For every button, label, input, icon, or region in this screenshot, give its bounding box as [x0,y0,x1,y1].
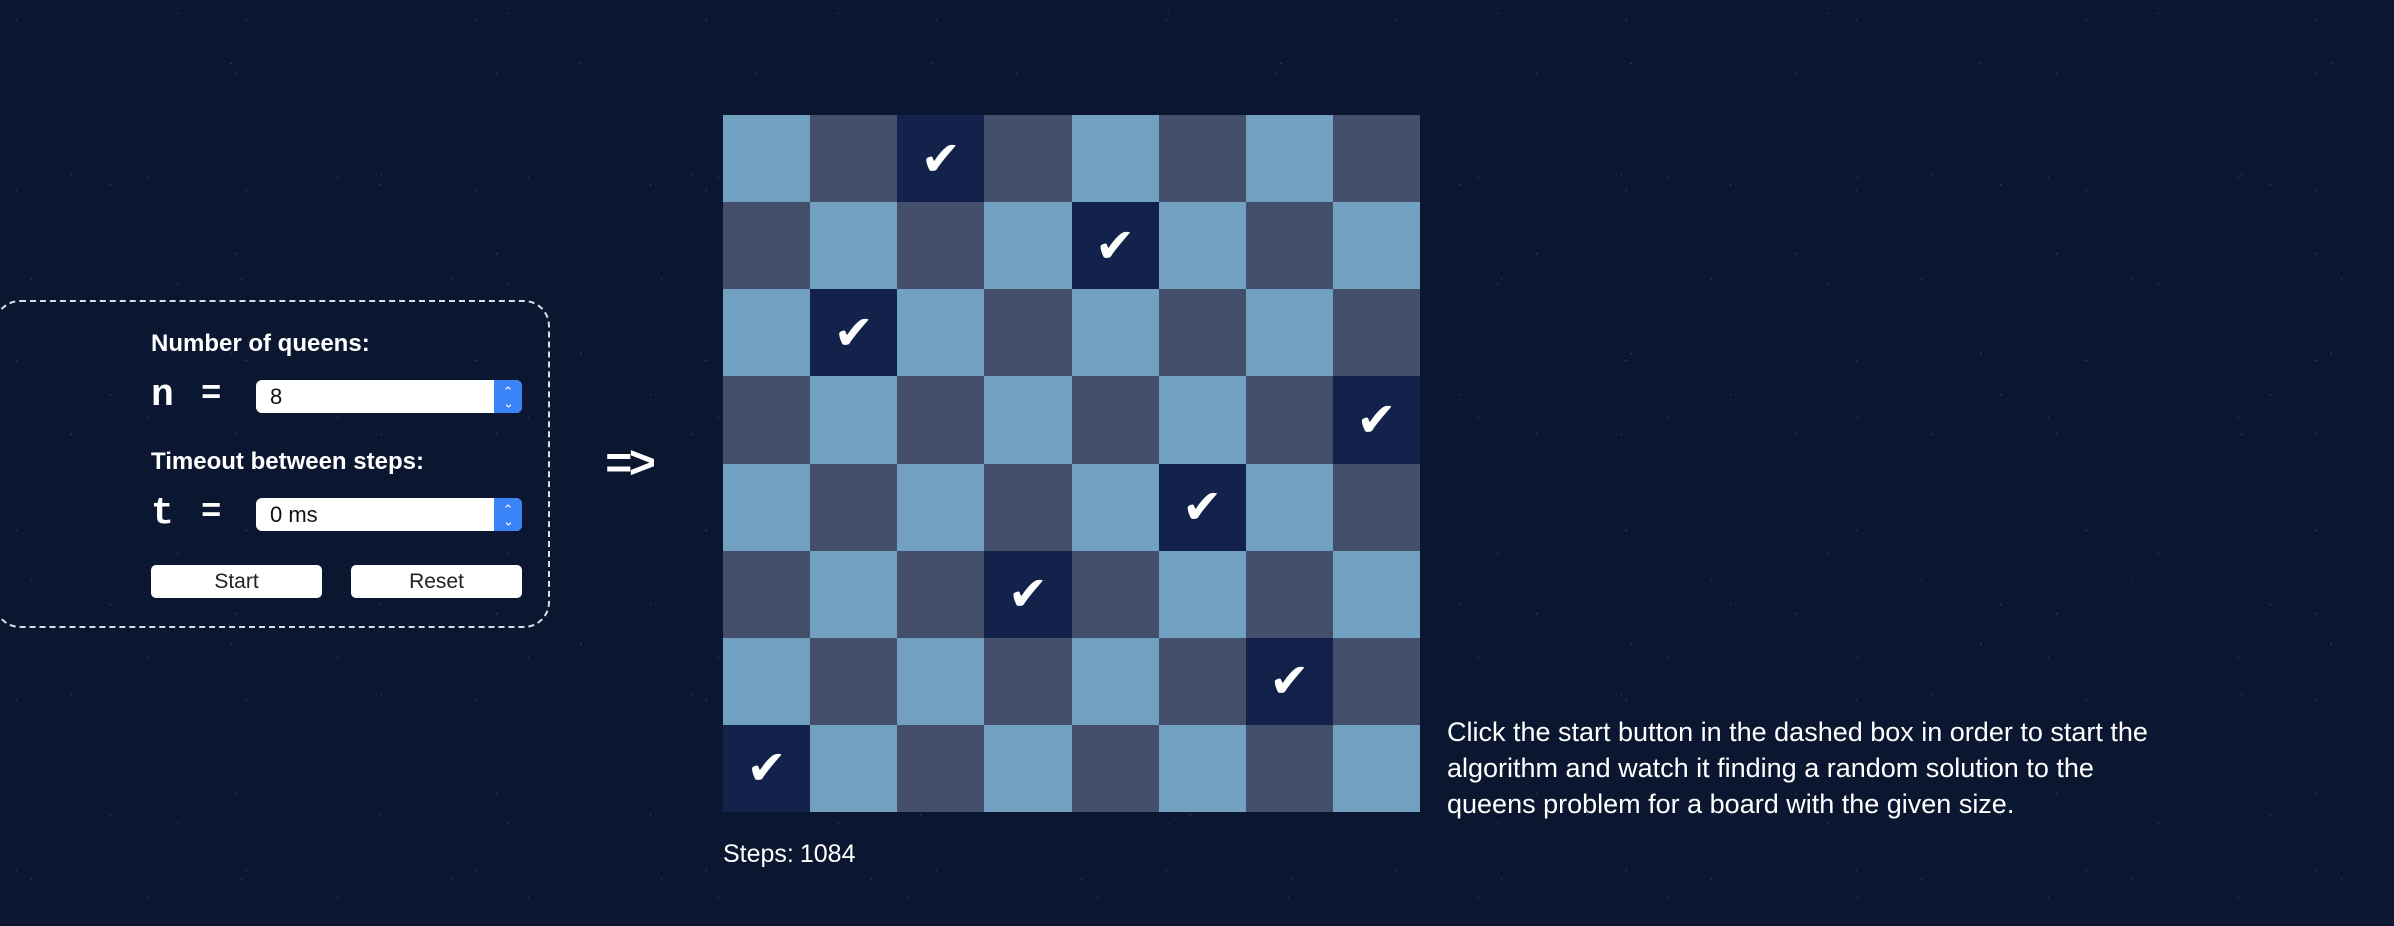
checkmark-icon: ✔ [1269,653,1310,710]
board-cell [984,637,1072,725]
board-cell [1071,637,1159,725]
board-cell [810,115,898,203]
board-cell [1332,289,1420,377]
n-variable: n [151,374,175,417]
board-cell [1071,289,1159,377]
queens-label: Number of queens: [151,330,370,357]
board-cell [1158,115,1246,203]
checkmark-icon: ✔ [1094,217,1136,274]
board-cell [723,289,811,377]
board-cell [810,550,898,638]
board-cell [1332,550,1420,638]
checkmark-icon: ✔ [1182,479,1223,536]
board-cell [1245,202,1333,290]
queen-cell: ✔ [1245,637,1333,725]
board-cell [897,289,985,377]
t-equals: = [201,494,222,532]
board-cell [984,463,1072,551]
steps-label: Steps: [723,840,794,868]
arrow-icon: => [605,440,656,492]
board-cell [1071,463,1159,551]
checkmark-icon: ✔ [1007,566,1049,623]
queen-cell: ✔ [1158,463,1246,551]
board-cell [723,637,811,725]
timeout-label: Timeout between steps: [151,448,424,475]
board-cell [1332,637,1420,725]
board-cell [723,550,811,638]
board-cell [984,115,1072,203]
board-cell [1158,202,1246,290]
board-cell [1332,115,1420,203]
board-cell [1332,724,1420,812]
board-cell [1071,376,1159,464]
board-cell [810,637,898,725]
board-cell [1071,115,1159,203]
checkmark-icon: ✔ [920,130,961,187]
queen-cell: ✔ [897,115,985,203]
reset-button[interactable]: Reset [351,565,522,598]
queens-select[interactable]: 8 ⌃ ⌃ [256,380,522,413]
queen-cell: ✔ [1071,202,1159,290]
chevron-updown-icon[interactable]: ⌃ ⌃ [494,498,522,531]
chess-board: ✔ ✔ ✔ ✔ ✔ ✔ ✔ ✔ [723,115,1420,812]
board-cell [897,724,985,812]
board-cell [897,637,985,725]
board-cell [1245,550,1333,638]
board-cell [984,202,1072,290]
checkmark-icon: ✔ [833,304,874,361]
checkmark-icon: ✔ [1356,391,1397,448]
board-cell [810,463,898,551]
description-text: Click the start button in the dashed box… [1447,717,2148,819]
board-cell [984,724,1072,812]
board-cell [1245,463,1333,551]
timeout-select[interactable]: 0 ms ⌃ ⌃ [256,498,522,531]
timeout-select-value: 0 ms [270,502,318,527]
t-variable: t [151,492,175,535]
board-cell [1071,724,1159,812]
board-cell [723,115,811,203]
n-equals: = [201,376,222,414]
start-button[interactable]: Start [151,565,322,598]
board-cell [1245,376,1333,464]
queen-cell: ✔ [984,550,1072,638]
board-cell [897,376,985,464]
board-cell [984,376,1072,464]
board-cell [1332,463,1420,551]
steps-counter: Steps: 1084 [723,840,862,869]
board-cell [1245,115,1333,203]
board-cell [723,202,811,290]
board-cell [1158,724,1246,812]
board-cell [1071,550,1159,638]
board-cell [984,289,1072,377]
board-cell [810,202,898,290]
queen-cell: ✔ [810,289,898,377]
board-cell [1158,289,1246,377]
queen-cell: ✔ [1332,376,1420,464]
board-cell [723,376,811,464]
board-cell [1332,202,1420,290]
board-cell [897,202,985,290]
board-cell [1245,724,1333,812]
board-cell [1158,376,1246,464]
queen-cell: ✔ [723,724,811,812]
board-cell [810,724,898,812]
queens-select-value: 8 [270,384,283,409]
chevron-updown-icon[interactable]: ⌃ ⌃ [494,380,522,413]
board-cell [1158,637,1246,725]
board-cell [1158,550,1246,638]
steps-value: 1084 [799,840,856,868]
board-cell [897,550,985,638]
board-cell [1245,289,1333,377]
board-cell [897,463,985,551]
board-cell [723,463,811,551]
board-cell [810,376,898,464]
checkmark-icon: ✔ [746,740,787,797]
